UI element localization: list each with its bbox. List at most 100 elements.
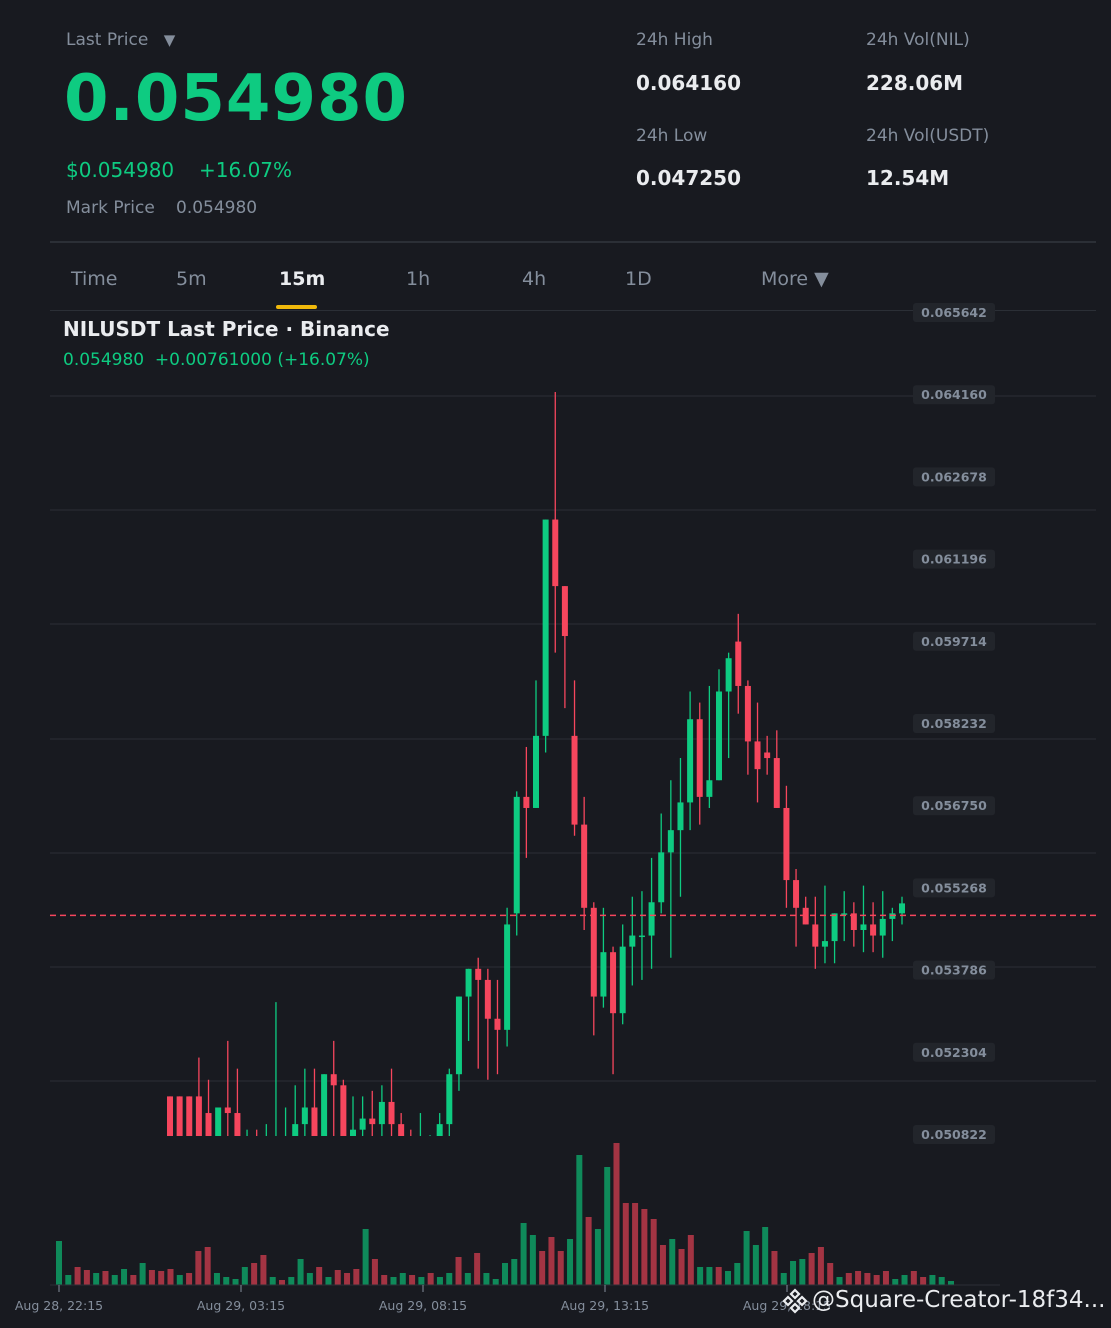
candle-body: [899, 903, 905, 914]
candle-body: [638, 935, 645, 938]
candle-body: [735, 641, 742, 686]
candle-body: [436, 1124, 443, 1136]
volume-bar: [762, 1227, 769, 1285]
volume-bar: [371, 1259, 378, 1285]
volume-bar: [344, 1273, 351, 1285]
volume-bar: [604, 1167, 611, 1285]
volume-bar: [418, 1277, 425, 1285]
price-tick-label: 0.055268: [921, 880, 987, 895]
candle-body: [879, 918, 886, 936]
volume-bar: [399, 1273, 406, 1285]
volume-bar: [539, 1251, 546, 1285]
candle-body: [263, 1174, 269, 1180]
candle-body: [581, 824, 588, 908]
candle-body: [224, 1107, 231, 1114]
candle-body: [484, 979, 491, 1019]
volume-bar: [734, 1263, 741, 1285]
volume-bar: [186, 1273, 193, 1285]
candle-body: [687, 719, 694, 803]
candle-body: [706, 780, 713, 797]
volume-bar: [752, 1245, 759, 1285]
volume-bar: [427, 1273, 434, 1285]
volume-bar: [743, 1231, 750, 1285]
candle-body: [764, 752, 771, 759]
volume-bar: [102, 1271, 109, 1285]
volume-bar: [93, 1273, 100, 1285]
volume-bar: [297, 1259, 304, 1285]
candle-body: [176, 1096, 183, 1136]
price-tick-label: 0.065642: [921, 305, 987, 320]
volume-bar: [697, 1267, 704, 1285]
candle-body: [552, 519, 559, 587]
volume-bar: [650, 1219, 657, 1285]
candle-body: [802, 907, 809, 925]
candle-body: [311, 1107, 318, 1136]
volume-bar: [436, 1277, 443, 1285]
volume-bar: [269, 1277, 276, 1285]
volume-bar: [715, 1267, 722, 1285]
volume-bar: [139, 1263, 146, 1285]
candle-body: [773, 758, 780, 808]
candle-body: [870, 924, 877, 936]
candle-body: [369, 1118, 376, 1125]
candle-body: [696, 719, 703, 797]
volume-bar: [864, 1273, 871, 1285]
candle-body: [321, 1074, 328, 1136]
volume-bar: [799, 1259, 806, 1285]
candle-body: [244, 1141, 250, 1180]
candle-body: [398, 1124, 405, 1136]
candle-body: [234, 1113, 241, 1136]
volume-bar: [901, 1275, 908, 1285]
volume-bar: [938, 1277, 945, 1285]
candle-body: [744, 685, 751, 742]
volume-bar: [325, 1277, 332, 1285]
candle-body: [716, 691, 722, 781]
time-tick-label: Aug 29, 03:15: [197, 1298, 285, 1313]
volume-bar: [176, 1275, 183, 1285]
volume-bar: [111, 1275, 118, 1285]
volume-bar: [390, 1277, 397, 1285]
volume-bar: [520, 1223, 527, 1285]
candle-body: [301, 1107, 308, 1125]
candle-body: [388, 1101, 395, 1125]
volume-bar: [585, 1217, 592, 1285]
candle-body: [523, 796, 530, 808]
volume-bar: [232, 1279, 239, 1285]
watermark-text: @Square-Creator-18f34...: [812, 1287, 1106, 1313]
volume-bar: [929, 1275, 936, 1285]
candle-body: [359, 1118, 366, 1130]
candle-body: [350, 1129, 356, 1136]
candle-body: [340, 1085, 347, 1136]
volume-bar: [316, 1267, 323, 1285]
volume-bar: [362, 1229, 369, 1285]
candle-body: [677, 802, 684, 831]
candle-body: [283, 1168, 289, 1179]
volume-bar: [817, 1247, 824, 1285]
volume-bar: [288, 1277, 295, 1285]
volume-bar: [706, 1267, 713, 1285]
price-tick-label: 0.052304: [921, 1045, 987, 1060]
candle-body: [754, 741, 761, 770]
price-tick-label: 0.064160: [921, 387, 987, 402]
candle-body: [186, 1096, 193, 1136]
candle-body: [658, 852, 665, 903]
volume-bar: [827, 1263, 834, 1285]
volume-bar: [279, 1280, 285, 1285]
candle-body: [330, 1074, 337, 1086]
volume-bar: [948, 1281, 954, 1285]
volume-bar: [251, 1263, 258, 1285]
price-tick-label: 0.050822: [921, 1127, 987, 1142]
volume-bar: [158, 1271, 165, 1285]
chart-subtitle: 0.054980 +0.00761000 (+16.07%): [63, 350, 370, 370]
candle-body: [542, 519, 549, 736]
candle-body: [831, 913, 838, 942]
volume-bar: [74, 1267, 81, 1285]
price-chart[interactable]: 0.065642 0.064160 0.062678 0.061196 0.059714…: [0, 0, 1111, 1328]
watermark: @Square-Creator-18f34...: [782, 1287, 1105, 1314]
volume-bar: [920, 1277, 927, 1285]
candle-body: [427, 1163, 433, 1180]
candle-body: [600, 952, 607, 997]
candle-body: [812, 924, 819, 947]
volume-bar: [557, 1251, 564, 1285]
volume-bar: [464, 1273, 471, 1285]
